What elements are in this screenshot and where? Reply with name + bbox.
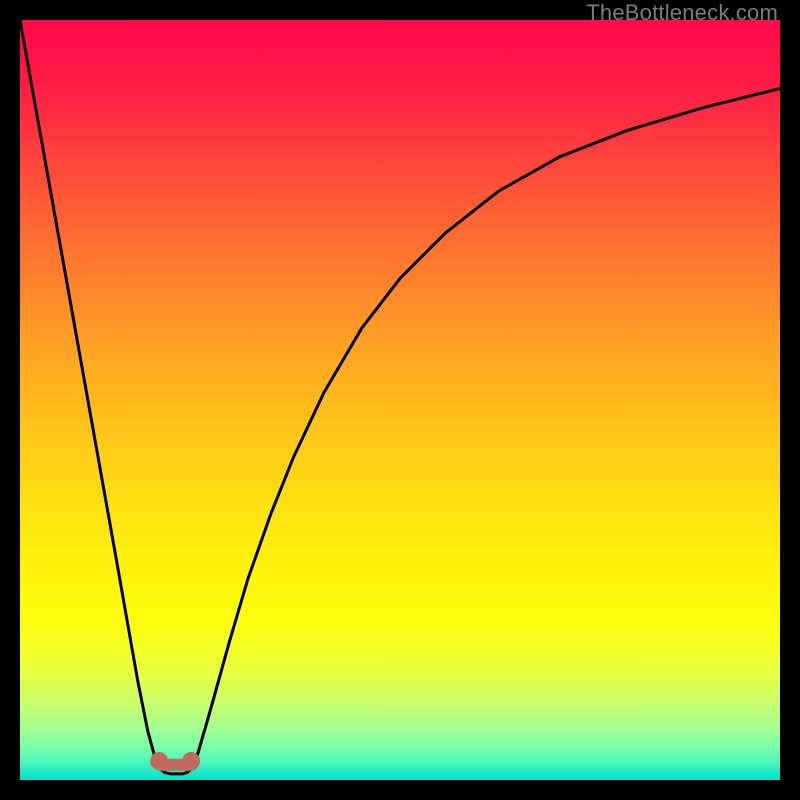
bottleneck-curve [20,20,780,774]
valley-marker-right [182,752,200,770]
chart-frame: TheBottleneck.com [0,0,800,800]
plot-area [20,20,780,780]
valley-marker-left [150,752,168,770]
curve-layer [20,20,780,780]
watermark-text: TheBottleneck.com [586,0,778,26]
